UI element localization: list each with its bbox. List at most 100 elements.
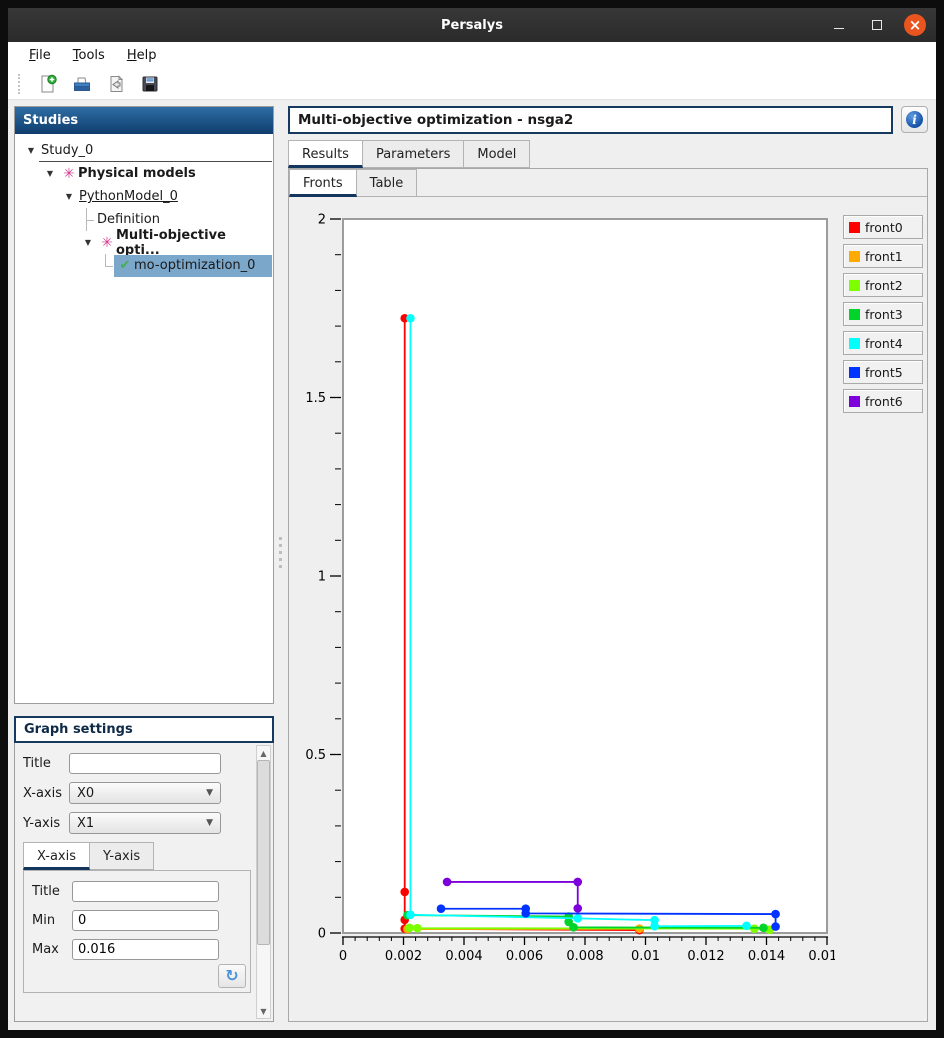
- legend-label: front4: [865, 336, 903, 351]
- check-icon: ✔: [116, 258, 134, 273]
- chart-legend: front0 front1 front2 front3 front4 front5 fron…: [843, 215, 923, 1015]
- svg-text:0.01: 0.01: [631, 949, 660, 964]
- expand-arrow-icon[interactable]: ▼: [42, 169, 58, 178]
- results-panel: Fronts Table 00.0020.0040.0060.0080.010.…: [288, 168, 928, 1022]
- refresh-button[interactable]: ↻: [218, 964, 246, 988]
- tab-y-axis[interactable]: Y-axis: [90, 842, 154, 870]
- scroll-down-icon[interactable]: ▼: [257, 1004, 270, 1018]
- tree-item-python-model-0[interactable]: ▼PythonModel_0: [15, 185, 273, 208]
- scroll-up-icon[interactable]: ▲: [257, 746, 270, 760]
- axis-settings-frame: Title Min Max ↻: [23, 870, 251, 993]
- min-label: Min: [32, 913, 72, 928]
- tree-item-study-0[interactable]: ▼Study_0: [15, 139, 273, 162]
- xaxis-select[interactable]: X0▼: [69, 782, 221, 804]
- window-title: Persalys: [8, 18, 936, 33]
- axis-min-input[interactable]: [72, 910, 219, 931]
- splitter-handle: [279, 537, 282, 568]
- expand-arrow-icon[interactable]: ▼: [61, 192, 77, 201]
- tab-model[interactable]: Model: [464, 140, 530, 168]
- legend-label: front5: [865, 365, 903, 380]
- legend-swatch-icon: [849, 338, 860, 349]
- legend-button-front2[interactable]: front2: [843, 273, 923, 297]
- scrollbar-thumb[interactable]: [257, 760, 270, 945]
- menu-file[interactable]: File: [20, 45, 60, 66]
- title-bar[interactable]: Persalys ×: [8, 8, 936, 42]
- main-content: Studies ▼Study_0▼✳Physical models▼Python…: [8, 100, 936, 1030]
- tree-item-label: Multi-objective opti...: [116, 228, 269, 258]
- close-button[interactable]: ×: [904, 14, 926, 36]
- menu-help[interactable]: Help: [118, 45, 166, 66]
- tab-x-axis[interactable]: X-axis: [23, 842, 90, 870]
- svg-text:0.002: 0.002: [385, 949, 422, 964]
- svg-text:0.014: 0.014: [748, 949, 785, 964]
- svg-text:0.012: 0.012: [687, 949, 724, 964]
- legend-label: front2: [865, 278, 903, 293]
- maximize-button[interactable]: [866, 14, 888, 36]
- save-study-icon: [140, 74, 160, 94]
- legend-swatch-icon: [849, 222, 860, 233]
- svg-text:1.5: 1.5: [305, 391, 326, 406]
- legend-button-front5[interactable]: front5: [843, 360, 923, 384]
- tab-table[interactable]: Table: [357, 169, 418, 197]
- legend-button-front6[interactable]: front6: [843, 389, 923, 413]
- yaxis-select[interactable]: X1▼: [69, 812, 221, 834]
- svg-text:1: 1: [318, 570, 326, 585]
- legend-swatch-icon: [849, 367, 860, 378]
- chevron-down-icon: ▼: [206, 788, 213, 798]
- results-subtabs: Fronts Table: [289, 169, 927, 197]
- tree-item-physical-models[interactable]: ▼✳Physical models: [15, 162, 273, 185]
- tab-fronts[interactable]: Fronts: [289, 169, 357, 197]
- new-study-button[interactable]: [36, 72, 60, 96]
- axis-title-label: Title: [32, 884, 72, 899]
- tree-item-label: Physical models: [78, 166, 196, 181]
- physical-model-icon: ✳: [60, 166, 78, 182]
- info-button[interactable]: i: [901, 106, 928, 133]
- tab-parameters[interactable]: Parameters: [363, 140, 464, 168]
- legend-button-front1[interactable]: front1: [843, 244, 923, 268]
- app-window: Persalys × File Tools Help: [8, 8, 936, 1030]
- xaxis-label: X-axis: [23, 786, 69, 801]
- studies-panel-header: Studies: [15, 107, 273, 134]
- menu-bar: File Tools Help: [8, 42, 936, 68]
- tree-item-label: mo-optimization_0: [134, 258, 255, 273]
- scrollbar-track[interactable]: [257, 760, 270, 1004]
- tab-results[interactable]: Results: [288, 140, 363, 168]
- legend-button-front0[interactable]: front0: [843, 215, 923, 239]
- yaxis-label: Y-axis: [23, 816, 69, 831]
- legend-button-front3[interactable]: front3: [843, 302, 923, 326]
- expand-arrow-icon[interactable]: ▼: [23, 146, 39, 155]
- graph-settings-scrollbar[interactable]: ▲ ▼: [256, 745, 271, 1019]
- tree-item-label: Definition: [97, 212, 160, 227]
- svg-text:0.006: 0.006: [506, 949, 543, 964]
- tree-connector: [80, 208, 95, 231]
- graph-settings-body: Title X-axis X0▼ Y-axis X1▼ X-axis Y-axi…: [14, 743, 274, 1022]
- legend-swatch-icon: [849, 309, 860, 320]
- tree-item-mo-optimization-0[interactable]: ✔mo-optimization_0: [15, 254, 273, 277]
- tree-connector: [99, 254, 114, 277]
- tree-item-multi-objective-opt[interactable]: ▼✳Multi-objective opti...: [15, 231, 273, 254]
- panel-splitter[interactable]: [274, 106, 288, 1022]
- axis-max-input[interactable]: [72, 939, 219, 960]
- minimize-icon: [834, 28, 844, 29]
- graph-title-input[interactable]: [69, 753, 221, 774]
- physical-model-icon: ✳: [98, 235, 116, 251]
- svg-text:0.008: 0.008: [566, 949, 603, 964]
- toolbar-drag-handle[interactable]: [18, 74, 24, 94]
- minimize-button[interactable]: [828, 14, 850, 36]
- save-study-button[interactable]: [138, 72, 162, 96]
- new-study-icon: [38, 74, 58, 94]
- legend-button-front4[interactable]: front4: [843, 331, 923, 355]
- axis-title-input[interactable]: [72, 881, 219, 902]
- expand-arrow-icon[interactable]: ▼: [80, 238, 96, 247]
- open-study-button[interactable]: [70, 72, 94, 96]
- legend-label: front0: [865, 220, 903, 235]
- open-study-icon: [72, 74, 92, 94]
- max-label: Max: [32, 942, 72, 957]
- analysis-title-field[interactable]: Multi-objective optimization - nsga2: [288, 106, 893, 134]
- svg-text:0: 0: [318, 927, 326, 942]
- import-script-button[interactable]: [104, 72, 128, 96]
- svg-text:0: 0: [339, 949, 347, 964]
- maximize-icon: [872, 20, 882, 30]
- graph-settings-panel: Graph settings Title X-axis X0▼ Y-axis X…: [14, 716, 274, 1022]
- menu-tools[interactable]: Tools: [64, 45, 114, 66]
